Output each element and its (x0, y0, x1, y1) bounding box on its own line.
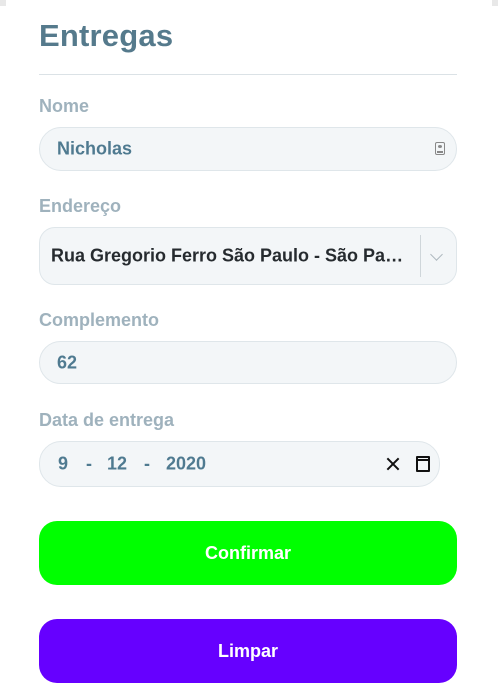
delivery-form-card: Entregas Nome Nicholas Endereço Rua Greg… (0, 0, 498, 697)
address-label: Endereço (39, 196, 122, 216)
date-separator-2: - (144, 453, 150, 474)
address-selected-value: Rua Gregorio Ferro São Paulo - São Paulo (51, 245, 411, 266)
complement-value: 62 (57, 352, 78, 372)
complement-label: Complemento (39, 310, 160, 330)
address-select[interactable]: Rua Gregorio Ferro São Paulo - São Paulo (39, 227, 457, 285)
close-icon[interactable] (384, 455, 402, 473)
date-day[interactable]: 9 (58, 454, 68, 475)
date-separator-1: - (86, 453, 92, 474)
chevron-down-icon[interactable] (430, 248, 443, 261)
name-value: Nicholas (57, 138, 133, 159)
date-month[interactable]: 12 (107, 454, 127, 475)
date-year[interactable]: 2020 (166, 454, 206, 475)
confirm-button[interactable]: Confirmar (39, 521, 457, 585)
delivery-date-label: Data de entrega (39, 410, 175, 430)
select-separator (420, 235, 421, 277)
clear-button[interactable]: Limpar (39, 619, 457, 683)
title-divider (39, 74, 457, 75)
complement-field[interactable]: 62 (39, 341, 457, 384)
corner-mark-left (0, 0, 6, 6)
delivery-date-input[interactable]: 9 - 12 - 2020 (39, 441, 440, 487)
page-title: Entregas (39, 18, 174, 53)
corner-mark-right (492, 0, 498, 6)
calendar-icon[interactable] (416, 456, 430, 472)
name-field[interactable]: Nicholas (39, 127, 457, 171)
name-label: Nome (39, 96, 90, 116)
contact-card-icon[interactable] (435, 142, 445, 155)
